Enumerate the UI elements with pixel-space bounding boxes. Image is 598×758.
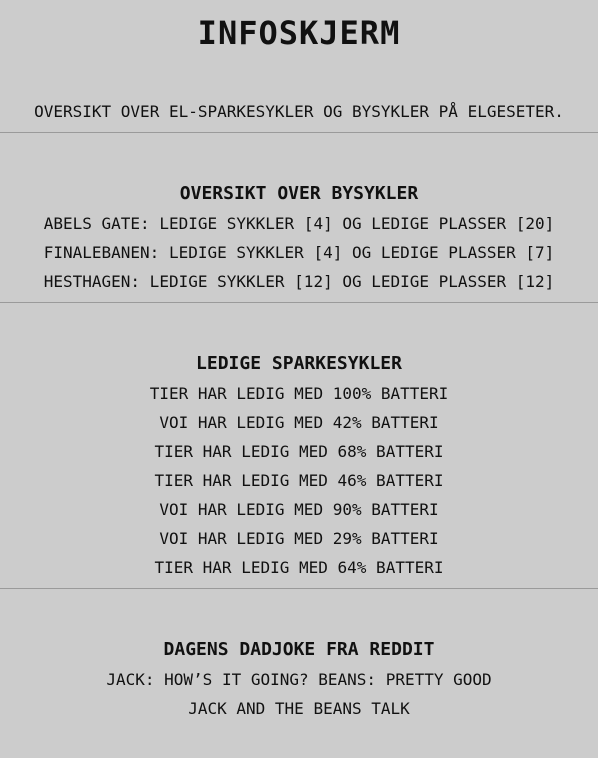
sparkesykler-section: LEDIGE SPARKESYKLER TIER HAR LEDIG MED 1… bbox=[0, 349, 598, 582]
dadjoke-section: DAGENS DADJOKE FRA REDDIT JACK: HOW’S IT… bbox=[0, 635, 598, 723]
joke-line: JACK AND THE BEANS TALK bbox=[188, 699, 410, 718]
sparkesykkel-line: VOI HAR LEDIG MED 29% BATTERI bbox=[159, 529, 439, 548]
bysykkel-station-line: ABELS GATE: LEDIGE SYKKLER [4] OG LEDIGE… bbox=[43, 214, 555, 233]
section-heading: LEDIGE SPARKESYKLER bbox=[196, 353, 402, 374]
bysykkel-station-line: HESTHAGEN: LEDIGE SYKKLER [12] OG LEDIGE… bbox=[43, 272, 555, 291]
sparkesykkel-line: TIER HAR LEDIG MED 68% BATTERI bbox=[154, 442, 444, 461]
sparkesykkel-line: VOI HAR LEDIG MED 90% BATTERI bbox=[159, 500, 439, 519]
divider bbox=[0, 588, 598, 589]
page-subtitle: OVERSIKT OVER EL-SPARKESYKLER OG BYSYKLE… bbox=[34, 102, 564, 121]
page-title: INFOSKJERM bbox=[197, 14, 401, 52]
section-heading: OVERSIKT OVER BYSYKLER bbox=[179, 183, 419, 204]
sparkesykkel-line: VOI HAR LEDIG MED 42% BATTERI bbox=[159, 413, 439, 432]
sparkesykkel-line: TIER HAR LEDIG MED 100% BATTERI bbox=[149, 384, 449, 403]
sparkesykkel-line: TIER HAR LEDIG MED 64% BATTERI bbox=[154, 558, 444, 577]
sparkesykkel-line: TIER HAR LEDIG MED 46% BATTERI bbox=[154, 471, 444, 490]
joke-line: JACK: HOW’S IT GOING? BEANS: PRETTY GOOD bbox=[106, 670, 492, 689]
bysykler-section: OVERSIKT OVER BYSYKLER ABELS GATE: LEDIG… bbox=[0, 179, 598, 296]
bysykkel-station-line: FINALEBANEN: LEDIGE SYKKLER [4] OG LEDIG… bbox=[43, 243, 555, 262]
divider bbox=[0, 132, 598, 133]
divider bbox=[0, 302, 598, 303]
section-heading: DAGENS DADJOKE FRA REDDIT bbox=[163, 639, 435, 660]
